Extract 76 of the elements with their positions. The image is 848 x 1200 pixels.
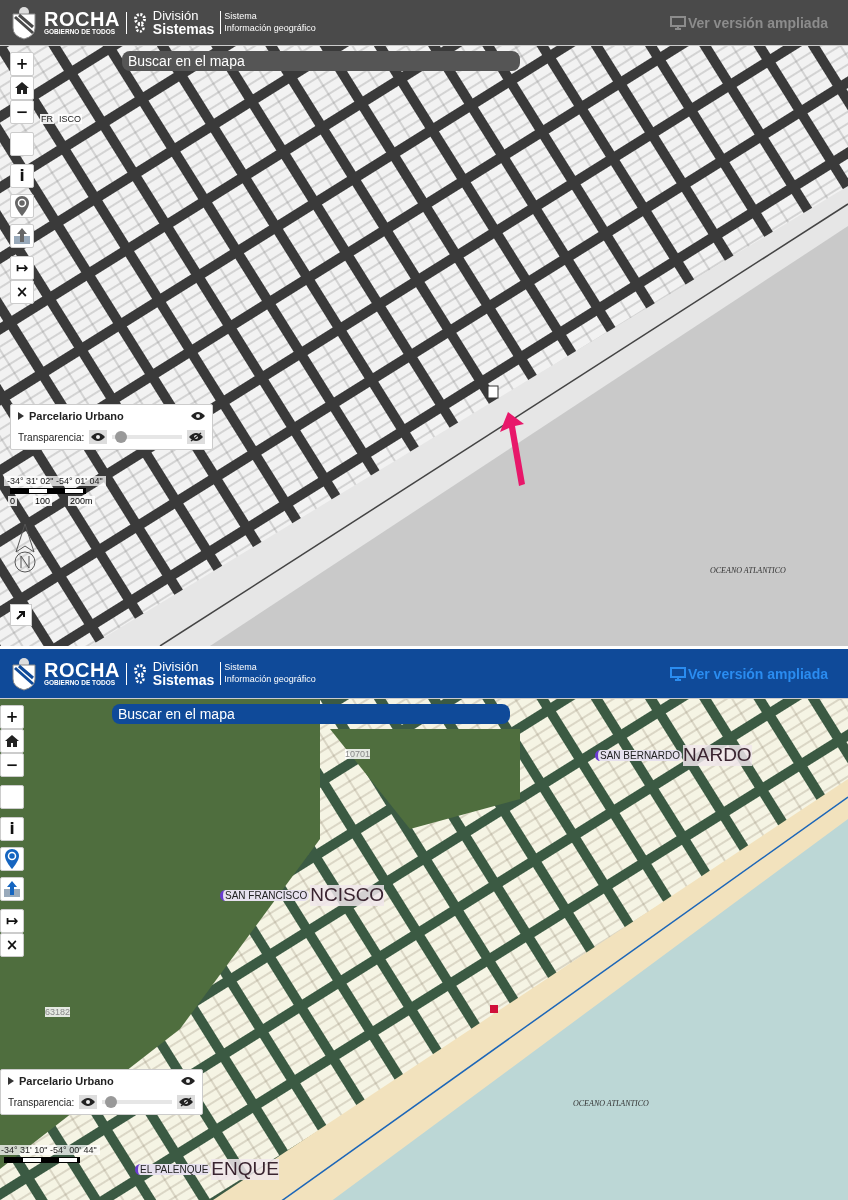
clear-button[interactable]: × bbox=[10, 280, 34, 304]
brand-title: ROCHA bbox=[44, 9, 120, 30]
coordinates-readout: -34° 31' 10" -54° 00' 44" bbox=[0, 1145, 100, 1155]
measure-button[interactable]: ↦ bbox=[0, 909, 24, 933]
expand-button[interactable] bbox=[10, 604, 32, 626]
info-button[interactable]: i bbox=[10, 164, 34, 188]
opaque-eye-icon bbox=[81, 1097, 96, 1107]
measure-button[interactable]: ↦ bbox=[10, 256, 34, 280]
home-button[interactable] bbox=[10, 76, 34, 100]
ocean-label: OCEANO ATLANTICO bbox=[710, 566, 786, 575]
system-label: Sistema bbox=[224, 11, 258, 23]
home-icon bbox=[15, 82, 29, 94]
scale-tick-label: 0 bbox=[8, 496, 17, 506]
zoom-out-button[interactable]: − bbox=[0, 753, 24, 777]
ocean-label: OCEANO ATLANTICO bbox=[573, 1099, 649, 1108]
system-name: Información geográfico bbox=[224, 673, 316, 685]
town-label-large: NARDO bbox=[683, 745, 752, 766]
town-label-large: NCISCO bbox=[310, 885, 385, 906]
parcel-number: 63182 bbox=[45, 1007, 71, 1017]
coat-of-arms-icon bbox=[10, 656, 38, 691]
map-drawing[interactable] bbox=[0, 699, 848, 1200]
gears-icon bbox=[132, 663, 147, 684]
division-name: Sistemas bbox=[152, 673, 215, 687]
brand-title: ROCHA bbox=[44, 660, 120, 681]
visibility-eye-icon bbox=[181, 1076, 195, 1086]
location-pin-icon bbox=[15, 196, 29, 216]
town-label-large: ENQUE bbox=[211, 1159, 279, 1180]
town-label: EL PALENQUE bbox=[135, 1163, 211, 1175]
transparency-label: Transparencia: bbox=[18, 431, 85, 443]
location-button[interactable] bbox=[0, 847, 24, 871]
zoom-in-button[interactable]: + bbox=[10, 52, 34, 76]
map-drawing[interactable] bbox=[0, 46, 848, 646]
diagonal-arrow-icon bbox=[16, 610, 26, 620]
visibility-eye-icon bbox=[191, 411, 205, 421]
zoom-in-button[interactable]: + bbox=[0, 705, 24, 729]
division-label: División bbox=[152, 660, 200, 673]
place-label: FR bbox=[40, 114, 54, 124]
scale-tick-label: 200m bbox=[68, 496, 95, 506]
monitor-icon bbox=[669, 666, 686, 681]
info-button[interactable]: i bbox=[0, 817, 24, 841]
layer-name: Parcelario Urbano bbox=[29, 410, 124, 422]
parcel-number: 10701 bbox=[345, 749, 371, 759]
upload-button[interactable] bbox=[0, 877, 24, 901]
scale-tick-label: 100 bbox=[33, 496, 53, 506]
layer-name: Parcelario Urbano bbox=[19, 1075, 114, 1087]
town-label: SAN FRANCISCO bbox=[220, 889, 310, 901]
home-button[interactable] bbox=[0, 729, 24, 753]
place-label: ISCO bbox=[58, 114, 82, 124]
system-label: Sistema bbox=[224, 662, 258, 674]
home-icon bbox=[5, 735, 19, 747]
expand-caret-icon[interactable] bbox=[8, 1077, 14, 1085]
monitor-icon bbox=[669, 15, 686, 30]
coat-of-arms-icon bbox=[10, 5, 38, 40]
transparent-eye-icon bbox=[179, 1097, 193, 1107]
map-search-field[interactable]: Buscar en el mapa bbox=[122, 51, 520, 71]
town-label: SAN BERNARDO bbox=[595, 749, 682, 761]
division-name: Sistemas bbox=[152, 22, 215, 36]
system-name: Información geográfico bbox=[224, 22, 316, 34]
slider-thumb[interactable] bbox=[115, 431, 128, 443]
transparent-eye-icon bbox=[189, 432, 203, 442]
location-button[interactable] bbox=[10, 194, 34, 218]
zoom-out-button[interactable]: − bbox=[10, 100, 34, 124]
north-arrow-icon bbox=[12, 524, 38, 574]
transparency-label: Transparencia: bbox=[8, 1096, 75, 1108]
clear-button[interactable]: × bbox=[0, 933, 24, 957]
location-pin-icon bbox=[5, 849, 19, 869]
map-search-field[interactable]: Buscar en el mapa bbox=[112, 704, 510, 724]
coordinates-readout: -34° 31' 02" -54° 01' 04" bbox=[4, 476, 106, 486]
gears-icon bbox=[132, 12, 147, 33]
slider-thumb[interactable] bbox=[105, 1096, 118, 1108]
expand-caret-icon[interactable] bbox=[18, 412, 24, 420]
upload-button[interactable] bbox=[10, 224, 34, 248]
upload-icon bbox=[4, 881, 20, 897]
opaque-eye-icon bbox=[91, 432, 106, 442]
division-label: División bbox=[152, 9, 200, 22]
upload-icon bbox=[14, 228, 30, 244]
